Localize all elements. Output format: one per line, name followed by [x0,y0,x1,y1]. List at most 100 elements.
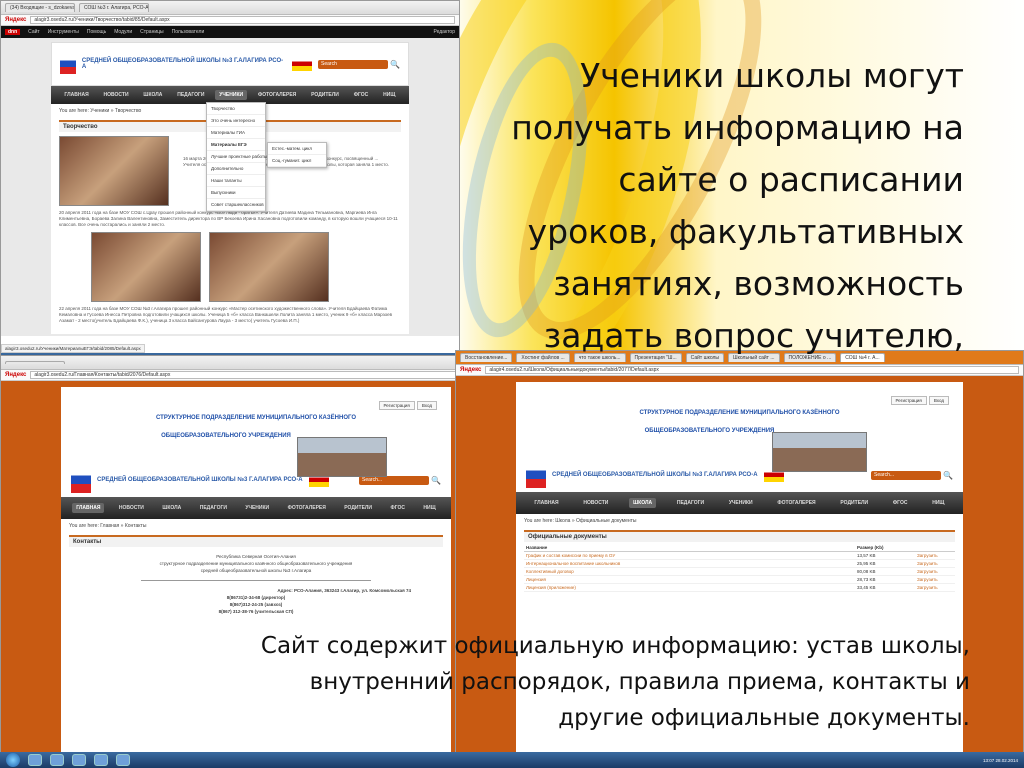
search-icon[interactable]: 🔍 [390,60,400,69]
nav-item-fgos[interactable]: ФГОС [350,90,373,100]
contact-line: структурное подразделение муниципального… [159,561,353,566]
taskbar-app-icon[interactable] [94,754,108,766]
download-link[interactable]: Загрузить [915,559,955,568]
dropdown-item[interactable]: Выпускники [207,187,265,199]
nav-item-students[interactable]: УЧЕНИКИ [725,498,757,508]
table-row: Интернациональное воспитание школьников … [524,559,955,568]
document-link[interactable]: Коллективный договор [524,567,855,576]
contacts-block: Республика Северная Осетия-Алания структ… [61,549,451,619]
nav-item-students[interactable]: УЧЕНИКИ [215,90,248,100]
dnn-menu-item[interactable]: Модули [114,29,132,35]
school-building-photo [772,432,867,472]
dropdown-item[interactable]: Материалы ГИА [207,127,265,139]
nav-item-nish[interactable]: НИЩ [419,503,439,513]
slide-text-bottom: Сайт содержит официальную информацию: ус… [260,633,970,731]
dropdown-item[interactable]: Дополнительно [207,163,265,175]
download-link[interactable]: Загрузить [915,551,955,560]
nav-item-home[interactable]: ГЛАВНАЯ [72,503,105,513]
taskbar-app-icon[interactable] [28,754,42,766]
nav-item-school[interactable]: ШКОЛА [158,503,185,513]
register-button[interactable]: Регистрация [378,401,415,410]
taskbar-app-icon[interactable] [72,754,86,766]
browser-tab[interactable]: (34) Входящие - s_dzokaeva@mail... [5,3,75,12]
browser-tab[interactable]: СОШ №3 г. Алагира, РСО-Алания г... [79,3,149,12]
nav-item-school[interactable]: ШКОЛА [139,90,166,100]
dnn-menu-item[interactable]: Страницы [140,29,163,35]
dropdown-item[interactable]: Наши таланты [207,175,265,187]
dnn-menu-item[interactable]: Инструменты [48,29,79,35]
url-input[interactable]: alagir3.osedu2.ru/Главная/Контакты/tabid… [30,371,507,379]
document-link[interactable]: Лицензия (приложение) [524,583,855,592]
main-nav: ГЛАВНАЯ НОВОСТИ ШКОЛА ПЕДАГОГИ УЧЕНИКИ Ф… [516,492,963,514]
school-name: СРЕДНЕЙ ОБЩЕОБРАЗОВАТЕЛЬНОЙ ШКОЛЫ №3 г.А… [97,477,303,483]
dnn-menu-item[interactable]: Помощь [87,29,106,35]
dnn-menu-item[interactable]: Сайт [28,29,40,35]
address-bar: Яндекс alagir4.osedu2.ru/Школа/Официальн… [456,365,1023,376]
yandex-logo: Яндекс [5,17,27,23]
dropdown-item[interactable]: Это очень интересно [207,115,265,127]
search-box: Search 🔍 [318,59,400,69]
photo [59,136,169,206]
document-link[interactable]: График и состав комиссии по приему в ОУ [524,551,855,560]
login-button[interactable]: Вход [928,396,949,405]
login-area: Регистрация Вход [890,396,949,405]
browser-tab-bar: (34) Входящие - s_dzokaeva@mail... СОШ №… [1,1,459,15]
contact-line: средней общеобразовательной школы №3 г.А… [200,568,312,573]
dropdown-item[interactable]: Совет старшеклассников [207,199,265,211]
search-input[interactable]: Search... [871,470,942,480]
nav-item-school[interactable]: ШКОЛА [629,498,657,508]
nav-item-nish[interactable]: НИЩ [379,90,399,100]
contact-line: 8(867)312-24-25 (завхоз) [229,602,283,607]
nav-item-gallery[interactable]: ФОТОГАЛЕРЕЯ [773,498,819,508]
yandex-logo: Яндекс [460,367,482,373]
download-link[interactable]: Загрузить [915,575,955,584]
submenu-item[interactable]: Естес.-матем. цикл [268,143,326,155]
dropdown-item[interactable]: Материалы ЕГЭ [207,139,265,151]
nav-item-parents[interactable]: РОДИТЕЛИ [836,498,872,508]
table-row: Лицензия (приложение) 33,45 KB Загрузить [524,583,955,592]
search-input[interactable]: Search [318,59,389,69]
nav-item-news[interactable]: НОВОСТИ [100,90,133,100]
dropdown-item[interactable]: Лучшие проектные работы [207,151,267,163]
photo [209,232,329,302]
nav-item-nish[interactable]: НИЩ [928,498,948,508]
nav-item-gallery[interactable]: ФОТОГАЛЕРЕЯ [284,503,330,513]
nav-item-teachers[interactable]: ПЕДАГОГИ [673,498,708,508]
nav-item-news[interactable]: НОВОСТИ [115,503,148,513]
nav-item-parents[interactable]: РОДИТЕЛИ [307,90,343,100]
nav-item-home[interactable]: ГЛАВНАЯ [530,498,562,508]
nav-item-home[interactable]: ГЛАВНАЯ [60,90,92,100]
browser-tab[interactable] [5,361,65,364]
dropdown-item[interactable]: Творчество [207,103,265,115]
nav-item-teachers[interactable]: ПЕДАГОГИ [196,503,231,513]
register-button[interactable]: Регистрация [890,396,927,405]
submenu-item[interactable]: Соц.-гуманит. цикл [268,155,326,167]
taskbar: 13:07 28.02.2014 [0,752,1024,768]
nav-item-fgos[interactable]: ФГОС [386,503,409,513]
nav-item-fgos[interactable]: ФГОС [889,498,912,508]
document-link[interactable]: Лицензия [524,575,855,584]
login-button[interactable]: Вход [416,401,437,410]
download-link[interactable]: Загрузить [915,567,955,576]
dnn-menu-item[interactable]: Пользователи [172,29,205,35]
url-input[interactable]: alagir4.osedu2.ru/Школа/Официальныедокум… [485,366,1019,374]
nav-item-students[interactable]: УЧЕНИКИ [241,503,273,513]
nav-item-parents[interactable]: РОДИТЕЛИ [340,503,376,513]
search-icon[interactable]: 🔍 [431,476,441,485]
taskbar-app-icon[interactable] [50,754,64,766]
start-button[interactable] [6,753,20,767]
nav-item-teachers[interactable]: ПЕДАГОГИ [173,90,208,100]
url-input[interactable]: alagir3.osedu2.ru/Ученики/Творчество/tab… [30,16,455,24]
taskbar-app-icon[interactable] [116,754,130,766]
school-name: СРЕДНЕЙ ОБЩЕОБРАЗОВАТЕЛЬНОЙ ШКОЛЫ №3 г.А… [552,472,758,478]
document-size: 25,95 KB [855,559,915,568]
slide-text-top: Ученики школы могут получать информацию … [511,56,964,355]
search-icon[interactable]: 🔍 [943,471,953,480]
download-link[interactable]: Загрузить [915,583,955,592]
russia-coat-of-arms-icon [60,54,76,74]
document-link[interactable]: Интернациональное воспитание школьников [524,559,855,568]
address-bar: Яндекс alagir3.osedu2.ru/Главная/Контакт… [1,370,511,381]
nav-item-news[interactable]: НОВОСТИ [579,498,612,508]
dnn-menu-item[interactable]: Редактор [433,29,455,35]
nav-item-gallery[interactable]: ФОТОГАЛЕРЕЯ [254,90,300,100]
